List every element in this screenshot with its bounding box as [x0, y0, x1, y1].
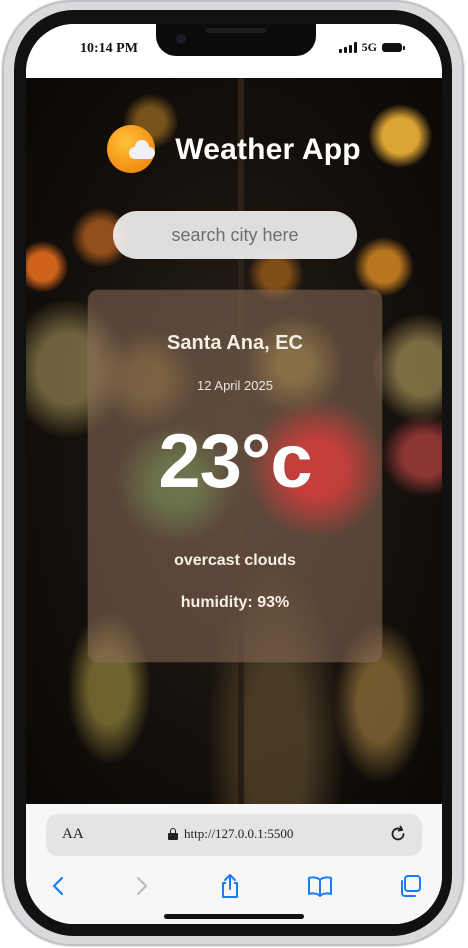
temperature: 23°c [158, 419, 312, 504]
sun-cloud-icon [107, 125, 157, 175]
back-icon [52, 876, 64, 896]
screen: 10:14 PM 5G Weather App Santa Ana, EC 12… [26, 24, 442, 924]
share-button[interactable] [216, 872, 244, 900]
speaker [206, 28, 266, 33]
lock-icon [168, 828, 178, 840]
network-type: 5G [361, 40, 377, 54]
bookmarks-icon [308, 876, 332, 897]
share-icon [222, 874, 238, 898]
weather-description: overcast clouds [174, 552, 296, 569]
battery-icon [382, 43, 405, 52]
app-header: Weather App [26, 122, 442, 178]
forward-button[interactable] [128, 872, 156, 900]
status-bar: 10:14 PM 5G [26, 24, 442, 78]
weather-date: 12 April 2025 [197, 378, 273, 393]
url-display[interactable]: http://127.0.0.1:5500 [168, 826, 293, 842]
bookmarks-button[interactable] [306, 872, 334, 900]
weather-app: Weather App Santa Ana, EC 12 April 2025 … [26, 78, 442, 804]
front-camera [176, 34, 186, 44]
notch [156, 24, 316, 56]
back-button[interactable] [44, 872, 72, 900]
status-indicators: 5G [338, 40, 405, 55]
reload-icon[interactable] [388, 824, 408, 844]
browser-chrome: AA http://127.0.0.1:5500 [26, 804, 442, 924]
address-bar[interactable]: AA http://127.0.0.1:5500 [46, 814, 422, 856]
tabs-icon [401, 875, 421, 897]
home-indicator[interactable] [164, 914, 304, 919]
humidity: humidity: 93% [180, 594, 290, 611]
url-text: http://127.0.0.1:5500 [184, 826, 294, 841]
status-time: 10:14 PM [80, 41, 138, 56]
app-title: Weather App [175, 133, 361, 166]
browser-toolbar [26, 866, 442, 906]
weather-card: Santa Ana, EC 12 April 2025 23°c overcas… [88, 290, 382, 662]
text-size-button[interactable]: AA [62, 826, 84, 843]
signal-icon [338, 42, 357, 53]
city-name: Santa Ana, EC [167, 332, 303, 354]
city-search-input[interactable] [113, 211, 357, 259]
forward-icon [136, 876, 148, 896]
tabs-button[interactable] [396, 872, 424, 900]
